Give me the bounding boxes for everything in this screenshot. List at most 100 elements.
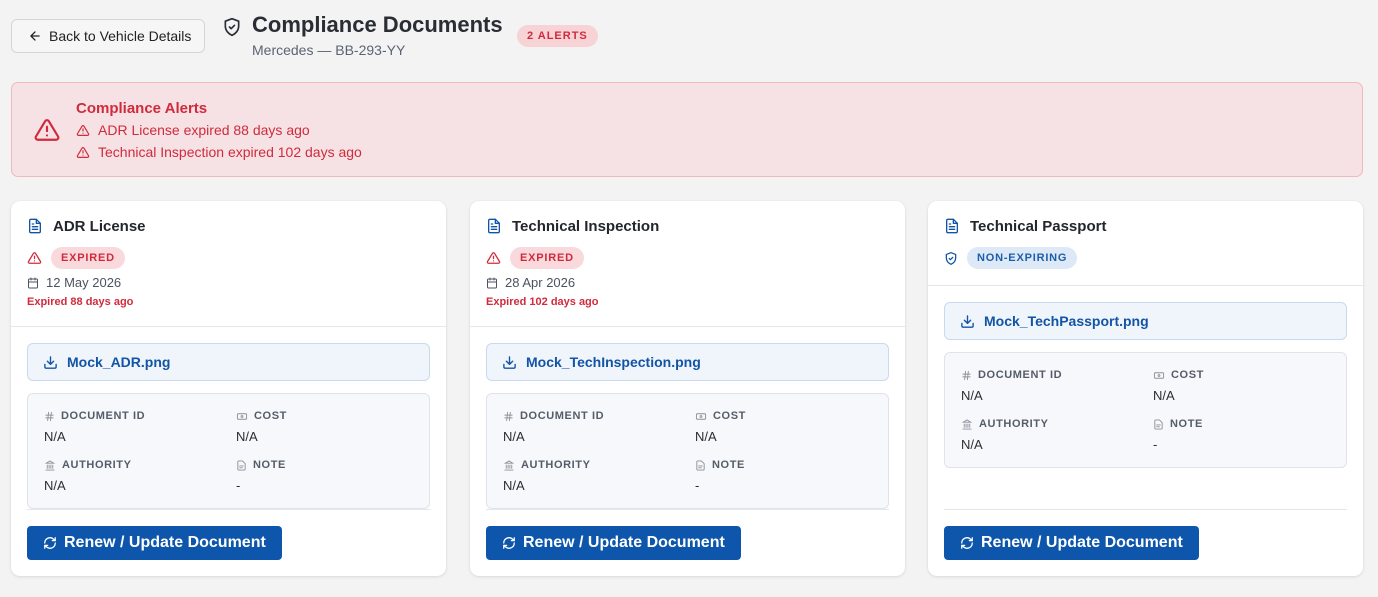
status-row: EXPIRED (27, 247, 125, 269)
card-title: ADR License (53, 217, 146, 235)
file-text-icon (486, 217, 502, 235)
field-label: NOTE (253, 459, 286, 471)
renew-document-button[interactable]: Renew / Update Document (944, 526, 1199, 560)
refresh-icon (960, 536, 974, 550)
file-name: Mock_ADR.png (67, 354, 171, 370)
note-icon (1153, 418, 1164, 430)
field-value: N/A (961, 437, 983, 452)
field-value: N/A (503, 478, 525, 493)
compliance-alerts-banner: Compliance Alerts ADR License expired 88… (11, 82, 1363, 177)
back-to-vehicle-button[interactable]: Back to Vehicle Details (11, 19, 205, 53)
status-row: NON-EXPIRING (944, 247, 1078, 269)
expired-note: Expired 88 days ago (27, 296, 134, 308)
field-value: - (695, 478, 700, 493)
alerts-title: Compliance Alerts (76, 100, 208, 117)
renew-button-label: Renew / Update Document (64, 534, 266, 551)
divider (928, 285, 1363, 286)
renew-document-button[interactable]: Renew / Update Document (486, 526, 741, 560)
divider (27, 509, 430, 510)
hash-icon (961, 370, 972, 381)
download-icon (502, 355, 517, 370)
field-label: NOTE (712, 459, 745, 471)
field-label: COST (254, 410, 287, 422)
expiry-date: 28 Apr 2026 (486, 275, 575, 290)
landmark-icon (503, 459, 515, 471)
banknote-icon (1153, 370, 1165, 381)
alert-text: ADR License expired 88 days ago (98, 122, 310, 138)
field-document-id: DOCUMENT ID N/A (503, 410, 604, 444)
banknote-icon (695, 411, 707, 422)
calendar-icon (27, 277, 39, 289)
field-label: COST (1171, 369, 1204, 381)
shield-check-icon (222, 17, 242, 37)
field-value: N/A (695, 429, 717, 444)
field-note: NOTE - (1153, 418, 1203, 452)
divider (486, 509, 889, 510)
field-value: - (1153, 437, 1158, 452)
card-header: ADR License (27, 217, 146, 235)
hash-icon (44, 411, 55, 422)
field-note: NOTE - (695, 459, 745, 493)
shield-check-icon (944, 251, 958, 266)
field-label: AUTHORITY (979, 418, 1049, 430)
back-button-label: Back to Vehicle Details (49, 28, 192, 44)
card-title: Technical Inspection (512, 217, 660, 235)
field-document-id: DOCUMENT ID N/A (44, 410, 145, 444)
landmark-icon (44, 459, 56, 471)
note-icon (695, 459, 706, 471)
page-header: Back to Vehicle Details Compliance Docum… (11, 0, 1363, 70)
field-label: NOTE (1170, 418, 1203, 430)
renew-button-label: Renew / Update Document (523, 534, 725, 551)
alert-triangle-icon (486, 251, 501, 265)
refresh-icon (502, 536, 516, 550)
status-row: EXPIRED (486, 247, 584, 269)
alert-text: Technical Inspection expired 102 days ag… (98, 144, 362, 160)
divider (11, 326, 446, 327)
field-value: N/A (1153, 388, 1175, 403)
card-header: Technical Inspection (486, 217, 659, 235)
card-header: Technical Passport (944, 217, 1106, 235)
expired-note: Expired 102 days ago (486, 296, 599, 308)
alert-item: ADR License expired 88 days ago (76, 122, 310, 138)
status-badge: EXPIRED (51, 247, 125, 269)
divider (944, 509, 1347, 510)
landmark-icon (961, 418, 973, 430)
field-label: COST (713, 410, 746, 422)
document-card-technical-passport: Technical Passport NON-EXPIRING Mock_Tec… (928, 201, 1363, 576)
download-file-button[interactable]: Mock_ADR.png (27, 343, 430, 381)
download-file-button[interactable]: Mock_TechPassport.png (944, 302, 1347, 340)
renew-button-label: Renew / Update Document (981, 534, 1183, 551)
arrow-left-icon (28, 29, 42, 43)
document-card-technical-inspection: Technical Inspection EXPIRED 28 Apr 2026… (470, 201, 905, 576)
refresh-icon (43, 536, 57, 550)
status-badge: NON-EXPIRING (967, 247, 1078, 269)
alert-triangle-icon (76, 146, 90, 159)
field-label: DOCUMENT ID (61, 410, 146, 422)
banknote-icon (236, 411, 248, 422)
alert-triangle-icon (76, 124, 90, 137)
download-file-button[interactable]: Mock_TechInspection.png (486, 343, 889, 381)
renew-document-button[interactable]: Renew / Update Document (27, 526, 282, 560)
field-value: N/A (44, 478, 66, 493)
alert-triangle-icon (27, 251, 42, 265)
download-icon (960, 314, 975, 329)
file-text-icon (944, 217, 960, 235)
field-label: DOCUMENT ID (978, 369, 1063, 381)
expiry-date: 12 May 2026 (27, 275, 121, 290)
card-title: Technical Passport (970, 217, 1107, 235)
note-icon (236, 459, 247, 471)
field-label: AUTHORITY (62, 459, 132, 471)
document-details: DOCUMENT ID N/A COST N/A AUTHORITY N/A N… (486, 393, 889, 509)
status-badge: EXPIRED (510, 247, 584, 269)
field-value: - (236, 478, 241, 493)
file-text-icon (27, 217, 43, 235)
field-label: AUTHORITY (521, 459, 591, 471)
alerts-count-badge: 2 ALERTS (517, 25, 598, 47)
field-authority: AUTHORITY N/A (503, 459, 591, 493)
expiry-date-text: 28 Apr 2026 (505, 275, 576, 290)
calendar-icon (486, 277, 498, 289)
vehicle-subtitle: Mercedes — BB-293-YY (252, 42, 406, 58)
alert-triangle-icon (33, 117, 61, 143)
field-cost: COST N/A (236, 410, 287, 444)
document-details: DOCUMENT ID N/A COST N/A AUTHORITY N/A N… (27, 393, 430, 509)
